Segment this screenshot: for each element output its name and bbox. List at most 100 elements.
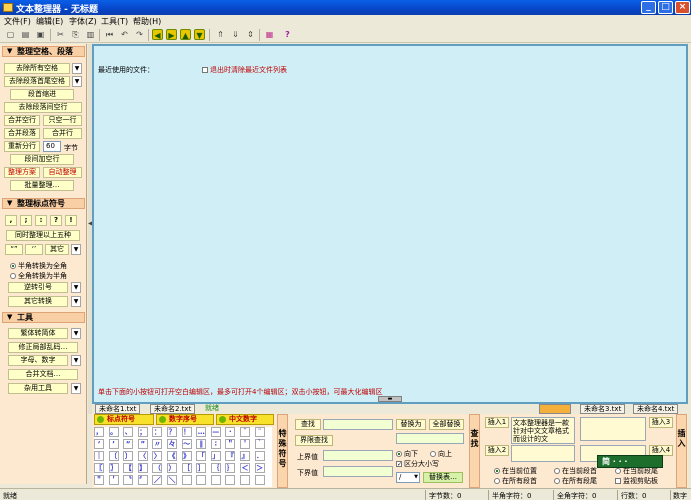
arrow-up-icon[interactable]: ⇑: [215, 29, 226, 40]
sort-icon[interactable]: ⇕: [245, 29, 256, 40]
nav-next-icon[interactable]: ▶: [166, 29, 177, 40]
wrap-width-input[interactable]: 60: [43, 141, 61, 152]
remove-blank-lines-button[interactable]: 去除段落间空行: [4, 102, 82, 113]
undo-icon[interactable]: ↶: [119, 29, 130, 40]
letters-digits-dropdown[interactable]: ▼: [71, 355, 81, 366]
help-icon[interactable]: ?: [282, 29, 293, 40]
tab-untitled-1[interactable]: 未命名1.txt: [95, 404, 141, 414]
case-sensitive-checkbox[interactable]: ✓ 区分大小写: [396, 459, 439, 469]
reverse-quote-button[interactable]: 逆转引号: [8, 282, 68, 293]
palette-icon[interactable]: ▦: [264, 29, 275, 40]
section-header-punctuation[interactable]: ▼ 整理标点符号: [2, 198, 85, 209]
auto-tidy-button[interactable]: 自动整理: [43, 167, 82, 178]
replace-table-button[interactable]: 替换表…: [423, 472, 463, 483]
symbol-cell[interactable]: ［: [181, 463, 192, 473]
symbol-cell[interactable]: ＇: [240, 439, 250, 449]
symbol-cell[interactable]: 『: [225, 451, 236, 461]
replace-table-select[interactable]: / ▼: [396, 472, 420, 483]
tab-untitled-3[interactable]: 未命名3.txt: [580, 404, 626, 414]
symbol-cell[interactable]: …: [196, 427, 207, 437]
batch-tidy-button[interactable]: 批量整理…: [10, 180, 74, 191]
symbol-cell[interactable]: ＞: [254, 463, 265, 473]
redo-icon[interactable]: ↷: [134, 29, 145, 40]
remove-para-spaces-button[interactable]: 去除段落首尾空格: [4, 76, 70, 87]
symbol-cell[interactable]: ˉ: [240, 427, 250, 437]
symbol-cell[interactable]: 、: [123, 427, 134, 437]
minimize-button[interactable]: _: [641, 1, 656, 14]
rewrap-button[interactable]: 重新分行: [4, 141, 40, 152]
new-file-icon[interactable]: ▢: [5, 29, 16, 40]
double-quote-button[interactable]: “”: [5, 244, 23, 255]
replace-input[interactable]: [396, 433, 464, 444]
boundary-find-button[interactable]: 界限查找: [295, 435, 333, 446]
letters-digits-button[interactable]: 字母、数字: [8, 355, 68, 366]
symbol-cell[interactable]: [196, 475, 207, 485]
maximize-button[interactable]: □: [658, 1, 673, 14]
symbol-cell[interactable]: ］: [196, 463, 207, 473]
nav-up-icon[interactable]: ▲: [180, 29, 191, 40]
symbol-cell[interactable]: 〃: [152, 439, 163, 449]
symbol-cell[interactable]: ／: [152, 475, 163, 485]
remove-para-spaces-dropdown[interactable]: ▼: [72, 76, 82, 87]
tab-number-seq[interactable]: 数字序号: [156, 414, 214, 425]
symbol-cell[interactable]: ¨: [254, 427, 265, 437]
pos-current-radio[interactable]: 在当前位置: [494, 466, 537, 476]
comma-button[interactable]: ,: [5, 215, 17, 226]
section-header-tools[interactable]: ▼ 工具: [2, 312, 85, 323]
symbol-cell[interactable]: ｝: [225, 463, 236, 473]
symbol-cell[interactable]: ！: [181, 427, 192, 437]
replace-with-button[interactable]: 替换为: [396, 419, 426, 430]
merge-lines-button[interactable]: 合并行: [43, 128, 82, 139]
pos-all-end-radio[interactable]: 在所有段尾: [554, 476, 597, 486]
ime-indicator[interactable]: 简 · · ·: [597, 455, 663, 468]
other-punct-button[interactable]: 其它: [45, 244, 69, 255]
tab-untitled-2[interactable]: 未命名2.txt: [150, 404, 196, 414]
question-button[interactable]: ?: [50, 215, 62, 226]
colon-button[interactable]: :: [35, 215, 47, 226]
special-symbols-strip[interactable]: 特殊符号: [277, 414, 288, 488]
symbol-cell[interactable]: ）: [167, 463, 177, 473]
upper-bound-input[interactable]: [323, 450, 393, 461]
symbol-cell[interactable]: ＂: [225, 439, 236, 449]
symbol-cell[interactable]: 。: [108, 427, 119, 437]
direction-down-radio[interactable]: 向下: [396, 449, 418, 459]
other-punct-dropdown[interactable]: ▼: [71, 244, 81, 255]
arrow-down-icon[interactable]: ⇓: [230, 29, 241, 40]
reverse-quote-dropdown[interactable]: ▼: [71, 282, 81, 293]
tab-active-marker[interactable]: [539, 404, 571, 414]
remove-all-spaces-dropdown[interactable]: ▼: [72, 63, 82, 74]
find-button[interactable]: 查找: [295, 419, 321, 430]
pos-para-start-radio[interactable]: 在当前段首: [554, 466, 597, 476]
tab-punctuation[interactable]: 标点符号: [94, 414, 154, 425]
paste-icon[interactable]: ▥: [85, 29, 96, 40]
insert-2-text[interactable]: [511, 445, 575, 462]
save-icon[interactable]: ▣: [35, 29, 46, 40]
symbol-cell[interactable]: ．: [254, 451, 265, 461]
symbol-cell[interactable]: 】: [137, 463, 148, 473]
indent-button[interactable]: 段首缩进: [10, 89, 74, 100]
section-header-spaces[interactable]: ▼ 整理空格、段落: [2, 46, 85, 57]
lower-bound-input[interactable]: [323, 466, 393, 477]
symbol-cell[interactable]: [225, 475, 236, 485]
symbol-cell[interactable]: 〖: [94, 463, 104, 473]
symbol-cell[interactable]: —: [210, 427, 221, 437]
first-icon[interactable]: ⏮: [104, 29, 115, 40]
symbol-cell[interactable]: ＇: [108, 475, 119, 485]
misc-tools-dropdown[interactable]: ▼: [71, 383, 81, 394]
insert-3-button[interactable]: 插入3: [649, 417, 673, 428]
single-quote-button[interactable]: ‘’: [25, 244, 43, 255]
symbol-cell[interactable]: ；: [137, 427, 148, 437]
symbol-cell[interactable]: 〝: [123, 475, 134, 485]
find-strip[interactable]: 查找: [469, 414, 480, 488]
tidy-all-five-button[interactable]: 同时整理以上五种: [6, 230, 80, 241]
insert-2-button[interactable]: 插入2: [485, 445, 509, 456]
symbol-cell[interactable]: 々: [167, 439, 177, 449]
copy-icon[interactable]: ⎘: [70, 29, 81, 40]
symbol-cell[interactable]: 〞: [137, 475, 148, 485]
insert-1-text[interactable]: 文本整理器是一款针对中文文章格式而设计的文: [511, 417, 575, 444]
symbol-cell[interactable]: ’: [108, 439, 119, 449]
other-convert-dropdown[interactable]: ▼: [71, 296, 81, 307]
symbol-cell[interactable]: ＼: [167, 475, 177, 485]
keep-one-line-button[interactable]: 只空一行: [43, 115, 82, 126]
symbol-cell[interactable]: ～: [181, 439, 192, 449]
